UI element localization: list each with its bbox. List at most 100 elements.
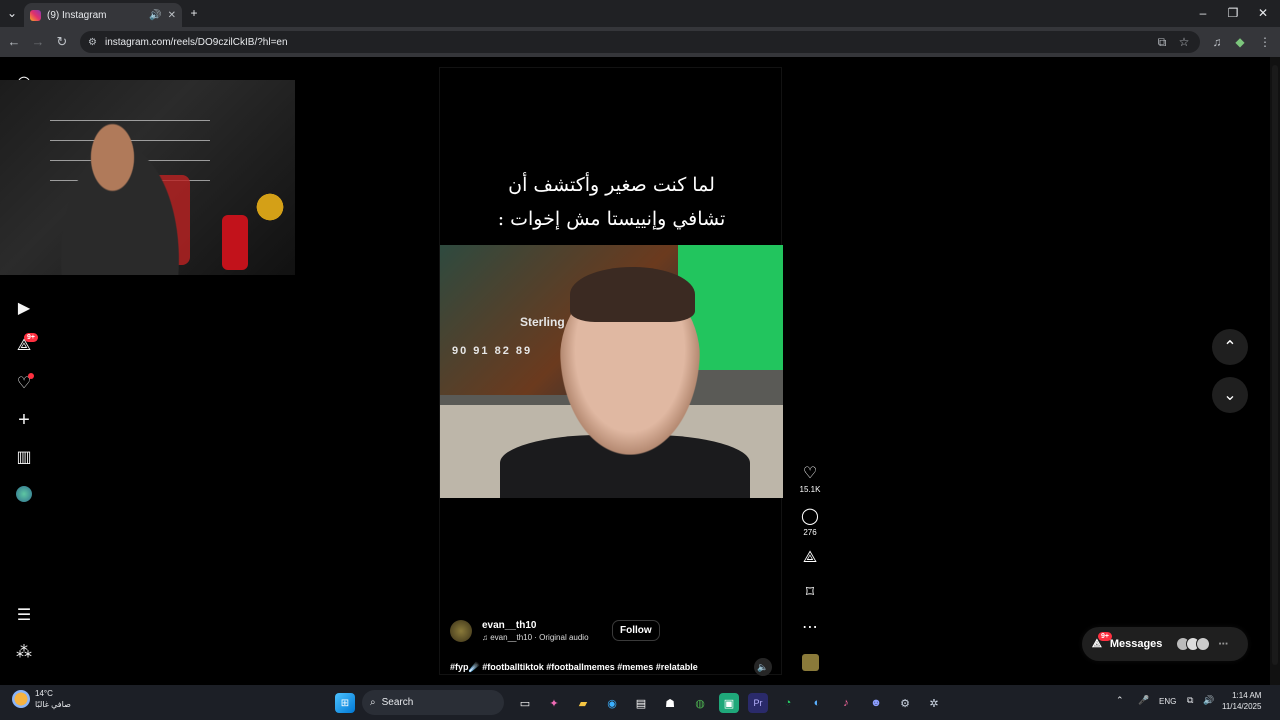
comment-action[interactable]: ◯ 276 xyxy=(798,508,822,537)
audio-playing-icon[interactable]: 🔊 xyxy=(149,10,161,21)
music-app-icon[interactable]: ♪ xyxy=(836,693,856,713)
task-view-icon[interactable]: ▭ xyxy=(515,693,535,713)
tray-overflow-icon[interactable]: ⌃ xyxy=(1116,695,1124,706)
messenger-icon: ⟁ 9+ xyxy=(1092,631,1112,651)
app-icon[interactable]: ▣ xyxy=(719,693,739,713)
comment-icon[interactable]: ◯ xyxy=(798,508,822,526)
audio-thumbnail[interactable] xyxy=(798,654,822,671)
volume-icon[interactable]: 🔈 xyxy=(754,658,772,676)
audio-label: evan__th10 · Original audio xyxy=(490,633,589,642)
browser-toolbar: ← → ↻ ⚙ instagram.com/reels/DO9czilCkIB/… xyxy=(0,27,1280,57)
file-explorer-icon[interactable]: ▰ xyxy=(573,693,593,713)
taskbar-search[interactable]: ⌕ Search xyxy=(362,690,504,715)
page-scrollbar[interactable] xyxy=(1270,57,1280,685)
instagram-page: ◎ ▶ ⟁ 9+ ♡ + ▥ ☰ ⁂ لما كنت صغير وأكتشف أ… xyxy=(0,57,1280,685)
messages-pill-badge: 9+ xyxy=(1098,631,1112,641)
weather-widget[interactable]: 14°C صافي غالبًا xyxy=(12,688,71,710)
card-stats-text: 90 91 82 89 xyxy=(452,345,533,357)
golden-trophy xyxy=(256,190,284,224)
copilot-icon[interactable]: ✦ xyxy=(544,693,564,713)
more-options-action[interactable]: ⋯ xyxy=(798,619,822,637)
more-contacts-icon: ⋯ xyxy=(1218,638,1229,650)
recent-contacts xyxy=(1176,637,1211,651)
heart-icon[interactable]: ♡ xyxy=(798,465,822,483)
steam-icon[interactable]: ⚙ xyxy=(895,693,915,713)
browser-app-icon[interactable]: ◐ xyxy=(807,693,827,713)
extension-icon[interactable]: ◆ xyxy=(1232,35,1248,49)
audio-thumb-icon[interactable] xyxy=(801,654,819,671)
next-reel-button[interactable]: ⌄ xyxy=(1212,377,1248,413)
reel-caption-overlay: لما كنت صغير وأكتشف أن تشافي وإنييستا مش… xyxy=(497,174,726,230)
messages-label: Messages xyxy=(1109,638,1163,650)
previous-reel-button[interactable]: ⌃ xyxy=(1212,329,1248,365)
jersey-name-text: Sterling xyxy=(520,315,565,329)
network-icon[interactable]: ⧉ xyxy=(1187,695,1193,706)
discord-icon[interactable]: ☻ xyxy=(866,693,886,713)
like-count: 15.1K xyxy=(799,485,821,494)
reload-icon[interactable]: ↻ xyxy=(54,34,70,50)
streamer xyxy=(45,115,195,275)
site-info-icon[interactable]: ⚙ xyxy=(88,37,97,48)
author-avatar[interactable] xyxy=(450,620,472,642)
messages-badge: 9+ xyxy=(24,333,38,342)
start-windows-icon[interactable]: ⊞ xyxy=(335,693,355,713)
install-app-icon[interactable]: ⧉ xyxy=(1154,35,1170,50)
share-action[interactable]: ⟁ xyxy=(798,549,822,567)
url-text: instagram.com/reels/DO9czilCkIB/?hl=en xyxy=(104,36,288,48)
forward-icon[interactable]: → xyxy=(30,34,46,49)
language-indicator[interactable]: ENG xyxy=(1159,697,1176,706)
new-tab-icon[interactable]: + xyxy=(184,6,204,20)
restore-window-icon[interactable]: ❐ xyxy=(1223,6,1243,20)
bookmark-star-icon[interactable]: ☆ xyxy=(1176,35,1192,49)
more-dots-icon[interactable]: ⋯ xyxy=(798,619,822,637)
tab-search-icon[interactable]: ⌄ xyxy=(2,6,22,20)
whatsapp-icon[interactable]: ◔ xyxy=(778,693,798,713)
premiere-pro-icon[interactable]: Pr xyxy=(748,693,768,713)
reel-video-frame[interactable]: Sterling 90 91 82 89 xyxy=(440,245,783,498)
more-menu-icon[interactable]: ☰ xyxy=(14,605,34,625)
alien-app-icon[interactable]: ☗ xyxy=(660,693,680,713)
share-icon[interactable]: ⟁ xyxy=(798,549,822,567)
microphone-icon[interactable]: 🎤 xyxy=(1138,695,1149,706)
messages-icon[interactable]: ⟁ 9+ xyxy=(14,333,38,356)
like-action[interactable]: ♡ 15.1K xyxy=(798,465,822,494)
notification-dot xyxy=(28,373,34,379)
search-icon: ⌕ xyxy=(370,697,376,708)
tab-title: (9) Instagram xyxy=(47,9,107,21)
chevron-down-icon: ⌄ xyxy=(1223,387,1237,404)
create-plus-icon[interactable]: + xyxy=(14,409,34,431)
contact-avatar xyxy=(1196,637,1211,651)
dashboard-icon[interactable]: ▥ xyxy=(14,447,34,467)
chrome-menu-icon[interactable]: ⋮ xyxy=(1257,35,1273,49)
close-tab-icon[interactable]: ✕ xyxy=(168,10,176,21)
audio-info[interactable]: ♫ evan__th10 · Original audio xyxy=(482,633,589,642)
save-action[interactable]: ⌑ xyxy=(798,584,822,602)
reels-icon[interactable]: ▶ xyxy=(14,298,34,318)
volume-tray-icon[interactable]: 🔊 xyxy=(1203,695,1214,706)
edge-icon[interactable]: ◉ xyxy=(602,693,622,713)
windows-taskbar: 14°C صافي غالبًا ⊞ ⌕ Search ▭ ✦ ▰ ◉ ▤ ☗ … xyxy=(0,685,1280,720)
media-control-icon[interactable]: ♫ xyxy=(1209,35,1225,49)
follow-button[interactable]: Follow xyxy=(612,620,660,641)
profile-avatar-icon[interactable] xyxy=(14,484,34,504)
reel-player[interactable]: لما كنت صغير وأكتشف أن تشافي وإنييستا مش… xyxy=(439,67,783,676)
address-bar[interactable]: ⚙ instagram.com/reels/DO9czilCkIB/?hl=en xyxy=(80,31,1200,53)
notifications-heart-icon[interactable]: ♡ xyxy=(14,373,34,393)
tab-instagram[interactable]: (9) Instagram 🔊 ✕ xyxy=(24,3,182,27)
author-username[interactable]: evan__th10 xyxy=(482,620,589,631)
close-window-icon[interactable]: ✕ xyxy=(1253,6,1273,20)
settings-icon[interactable]: ✲ xyxy=(924,693,944,713)
reel-hashtags[interactable]: #fyp☄️ #footballtiktok #footballmemes #m… xyxy=(450,662,698,673)
scrollbar-thumb[interactable] xyxy=(1272,65,1278,665)
search-label: Search xyxy=(381,697,414,708)
also-from-meta-icon[interactable]: ⁂ xyxy=(14,642,34,662)
weather-temp: 14°C xyxy=(35,689,53,698)
chrome-icon[interactable]: ◍ xyxy=(690,693,710,713)
messages-button[interactable]: ⟁ 9+ Messages ⋯ xyxy=(1082,627,1248,661)
minimize-window-icon[interactable]: – xyxy=(1193,6,1213,20)
back-icon[interactable]: ← xyxy=(6,34,22,49)
bookmark-icon[interactable]: ⌑ xyxy=(798,584,822,602)
microsoft-store-icon[interactable]: ▤ xyxy=(631,693,651,713)
system-clock[interactable]: 1:14 AM 11/14/2025 xyxy=(1222,690,1261,712)
clock-time: 1:14 AM xyxy=(1232,691,1262,700)
